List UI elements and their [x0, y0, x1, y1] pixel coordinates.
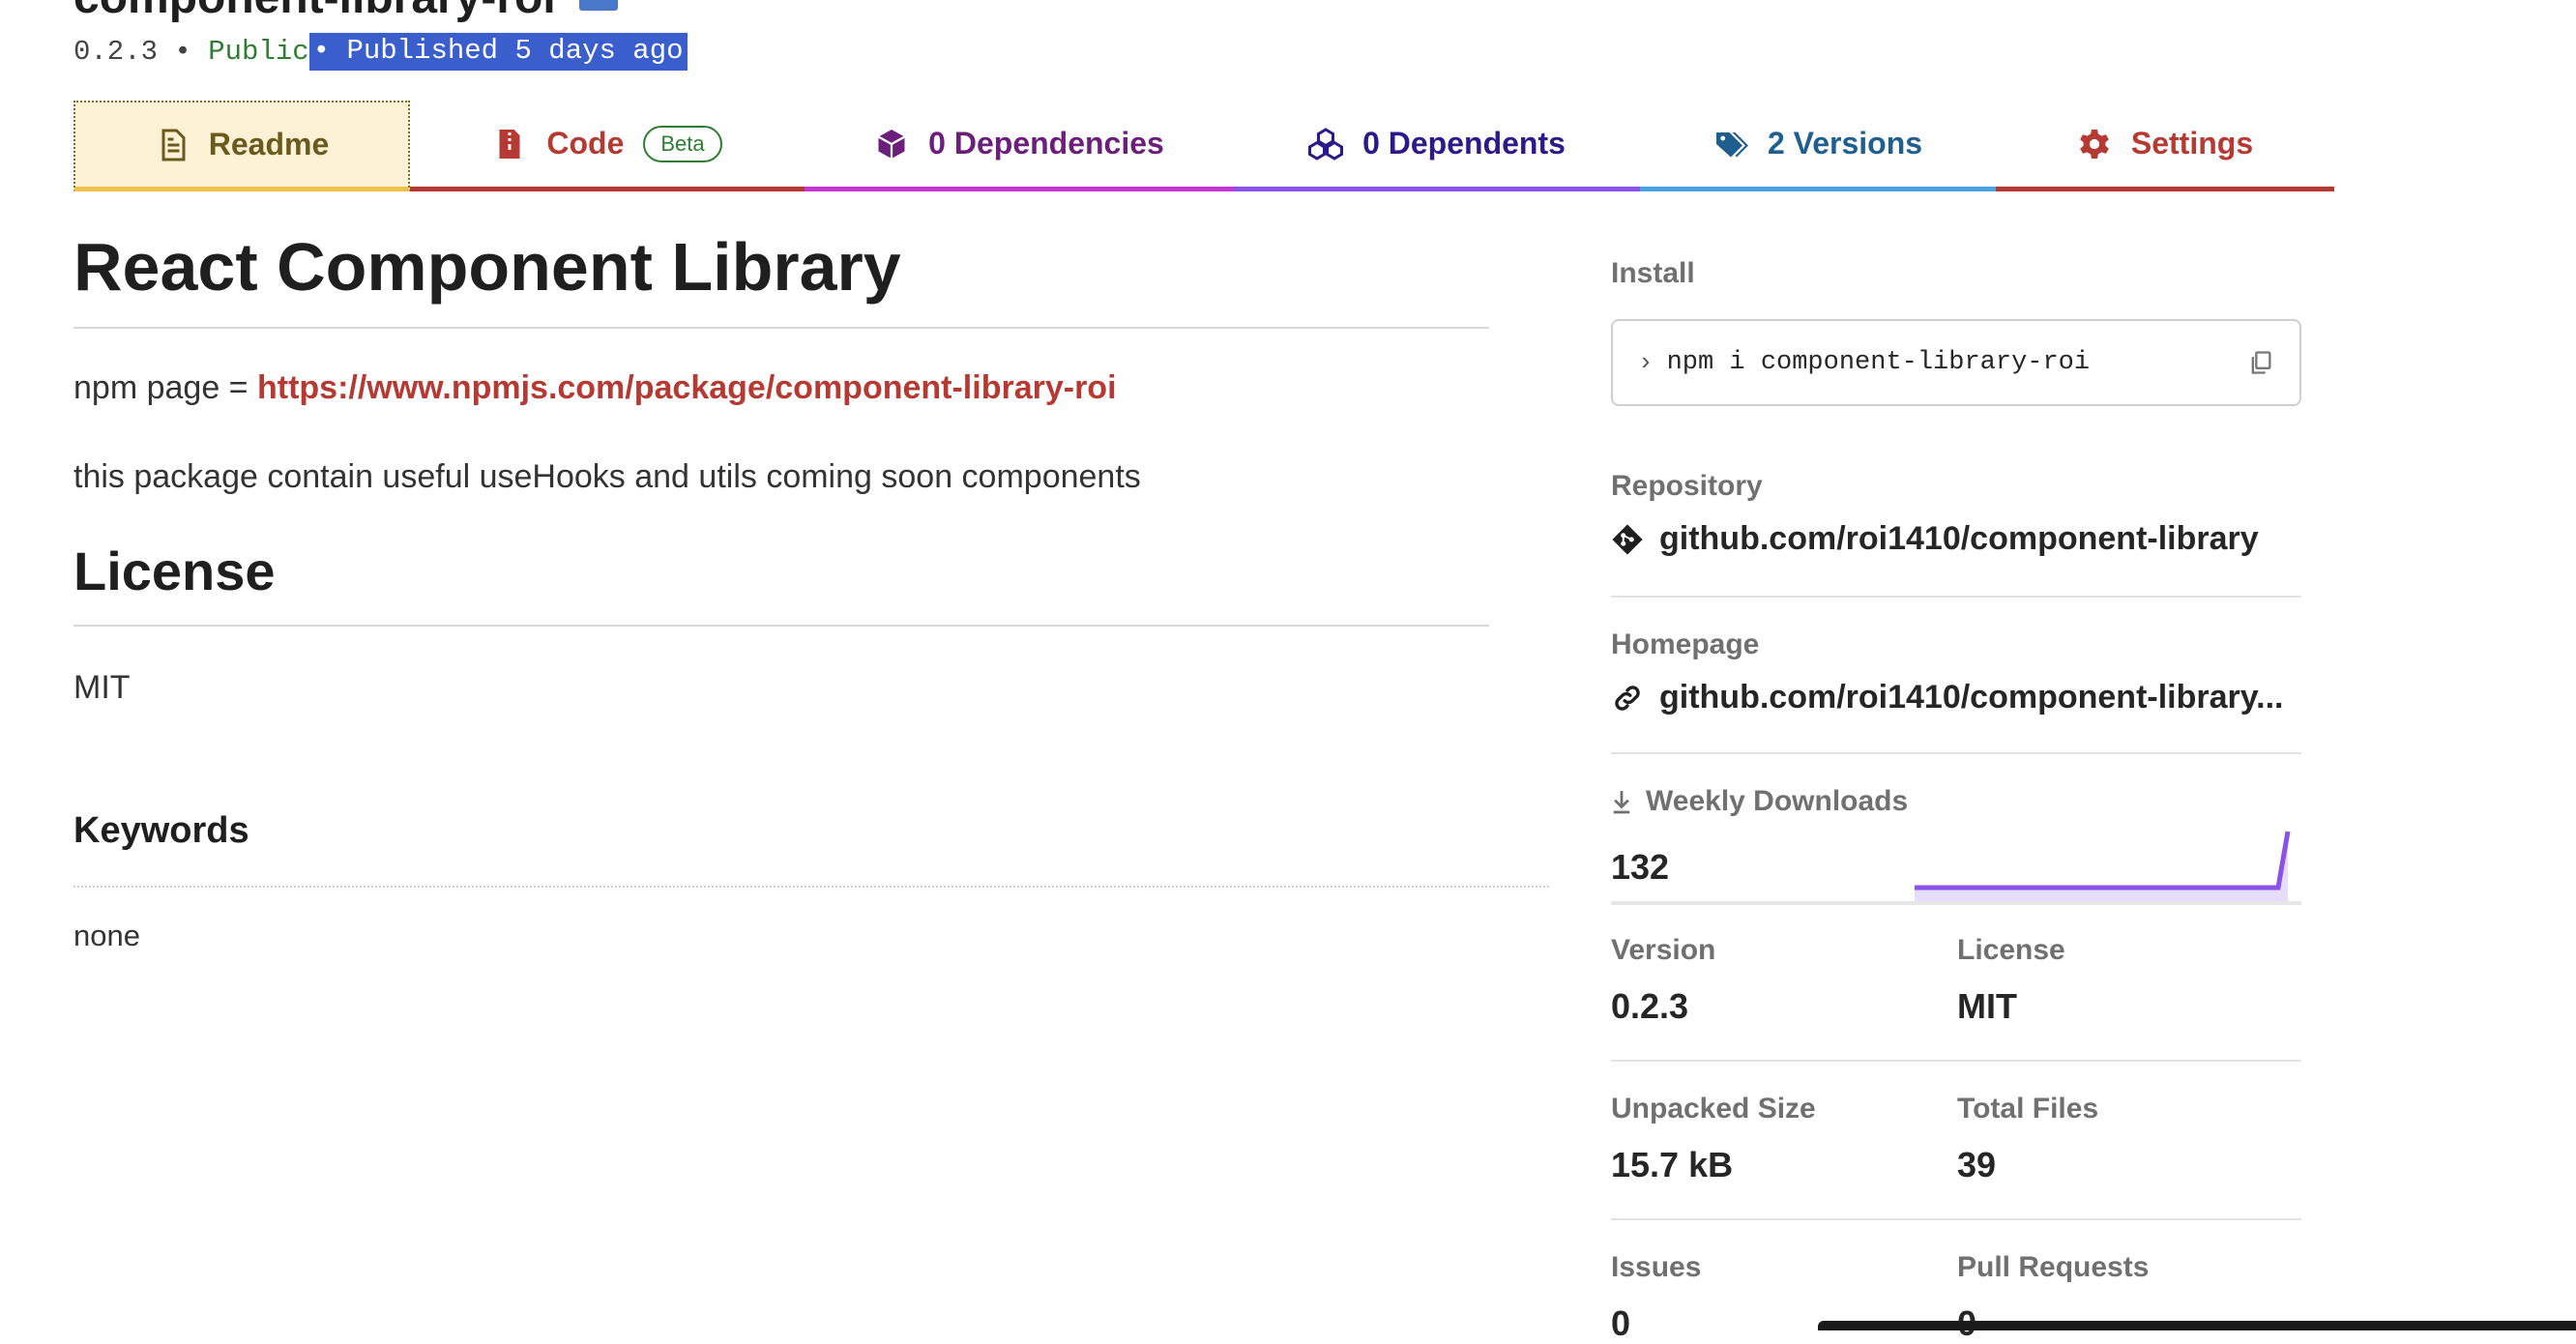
license-text: MIT	[73, 669, 131, 706]
downloads-value: 132	[1611, 847, 1670, 887]
homepage-label: Homepage	[1611, 628, 1760, 660]
package-title: component-library-roi	[73, 0, 618, 24]
package-badge	[578, 0, 618, 12]
published-label: • Published 5 days ago	[308, 33, 688, 71]
unpacked-size-value: 15.7 kB	[1611, 1145, 1734, 1184]
tab-settings[interactable]: Settings	[1996, 101, 2334, 191]
tab-readme[interactable]: Readme	[73, 101, 410, 191]
downloads-divider	[1611, 901, 2301, 905]
total-files-value: 39	[1957, 1145, 1997, 1184]
zip-file-icon	[499, 129, 520, 159]
git-icon	[1612, 523, 1643, 555]
package-name: component-library-roi	[73, 0, 556, 23]
downloads-header: Weekly Downloads	[1611, 785, 1908, 818]
repository-divider	[1611, 596, 2301, 598]
repository-link-text: github.com/roi1410/component-library	[1659, 520, 2259, 557]
tab-dependencies-label: 0 Dependencies	[928, 126, 1164, 161]
tab-versions-label: 2 Versions	[1767, 126, 1923, 161]
license-divider	[73, 625, 1489, 627]
boxes-icon	[1308, 127, 1344, 161]
title-divider	[73, 327, 1489, 329]
keywords-divider	[73, 886, 1549, 888]
gear-icon	[2080, 129, 2109, 159]
install-command-box[interactable]: › npm i component-library-roi	[1611, 319, 2301, 406]
unpacked-size-label: Unpacked Size	[1611, 1093, 1816, 1125]
homepage-link[interactable]: github.com/roi1410/component-library...	[1611, 679, 2283, 716]
homepage-divider	[1611, 752, 2301, 754]
download-icon	[1613, 791, 1630, 814]
homepage-link-text: github.com/roi1410/component-library...	[1659, 679, 2284, 716]
version-label: Version	[1611, 934, 1716, 966]
npm-page-prefix: npm page =	[73, 369, 257, 406]
tags-icon	[1715, 131, 1748, 157]
package-tabs: Readme Code Beta 0 Dependencies 0 Depend…	[73, 101, 2334, 193]
meta-separator: •	[174, 36, 191, 68]
license-value: MIT	[1957, 986, 2017, 1026]
tab-versions[interactable]: 2 Versions	[1640, 101, 1996, 191]
repository-label: Repository	[1611, 470, 1763, 502]
prompt-icon: ›	[1638, 348, 1654, 377]
readme-description: this package contain useful useHooks and…	[73, 458, 1141, 495]
downloads-sparkline	[1915, 831, 2291, 903]
pull-requests-label: Pull Requests	[1957, 1251, 2150, 1283]
install-command: npm i component-library-roi	[1666, 348, 2091, 377]
version-divider	[1611, 1060, 2301, 1062]
package-version: 0.2.3	[73, 36, 159, 68]
tab-dependents[interactable]: 0 Dependents	[1234, 101, 1640, 191]
keywords-value: none	[73, 919, 140, 952]
install-label: Install	[1611, 257, 1695, 289]
visibility-label: Public	[208, 36, 309, 68]
copy-icon[interactable]	[2247, 349, 2274, 376]
keywords-heading: Keywords	[73, 810, 249, 851]
document-icon	[161, 129, 186, 161]
license-label: License	[1957, 934, 2065, 966]
overlay-bar	[1818, 1321, 2576, 1330]
repository-link[interactable]: github.com/roi1410/component-library	[1611, 520, 2259, 558]
npm-page-line: npm page = https://www.npmjs.com/package…	[73, 369, 1117, 407]
npm-page-link[interactable]: https://www.npmjs.com/package/component-…	[257, 369, 1117, 406]
link-icon	[1615, 685, 1640, 711]
tab-dependents-label: 0 Dependents	[1362, 126, 1566, 161]
tab-code-label: Code	[546, 126, 625, 161]
version-value: 0.2.3	[1611, 986, 1689, 1026]
beta-badge: Beta	[643, 125, 722, 162]
total-files-label: Total Files	[1957, 1093, 2099, 1125]
package-meta: 0.2.3 • Public • Published 5 days ago	[73, 33, 688, 71]
tab-readme-label: Readme	[208, 127, 330, 161]
size-divider	[1611, 1218, 2301, 1220]
readme-title: React Component Library	[73, 229, 901, 305]
box-icon	[878, 129, 906, 159]
downloads-label: Weekly Downloads	[1646, 785, 1909, 817]
tab-settings-label: Settings	[2130, 126, 2254, 161]
issues-value: 0	[1611, 1303, 1631, 1343]
issues-label: Issues	[1611, 1251, 1702, 1283]
tab-code[interactable]: Code Beta	[410, 101, 805, 191]
license-heading: License	[73, 541, 276, 601]
tab-dependencies[interactable]: 0 Dependencies	[805, 101, 1234, 191]
